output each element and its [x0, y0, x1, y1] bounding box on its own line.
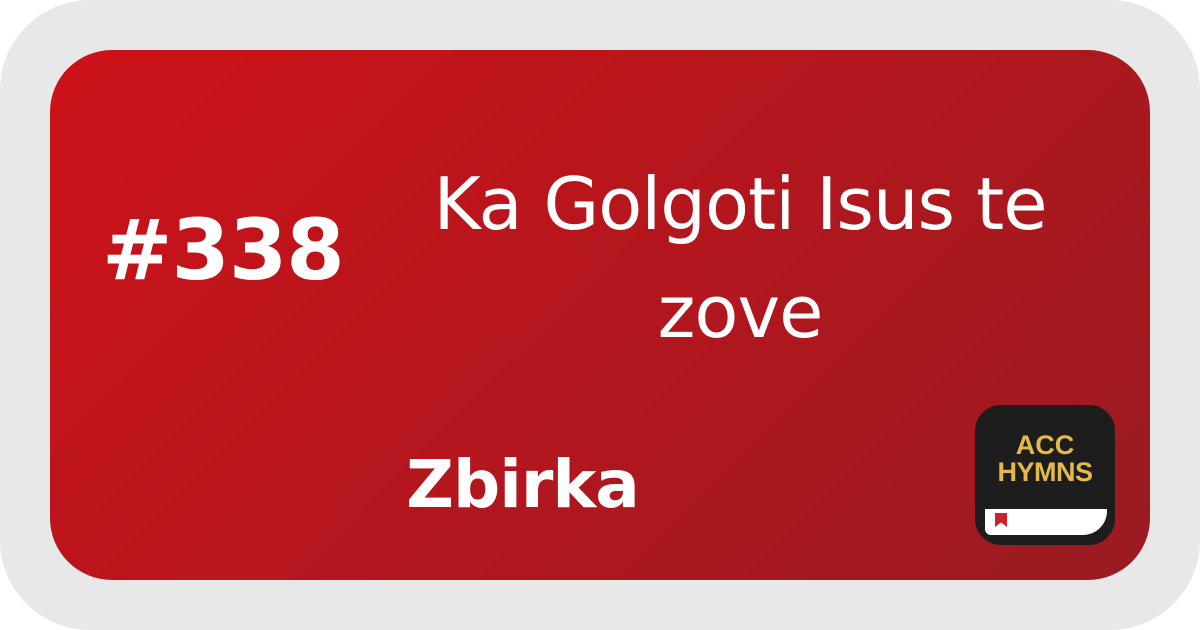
logo-text-line1: ACC: [1015, 430, 1075, 460]
outer-frame: #338 Ka Golgoti Isus te zove Zbirka ACC …: [0, 0, 1200, 630]
hymn-card: #338 Ka Golgoti Isus te zove Zbirka ACC …: [50, 50, 1150, 580]
hymn-title: Ka Golgoti Isus te zove: [433, 162, 1048, 354]
app-logo: ACC HYMNS: [975, 405, 1115, 545]
book-page: [985, 509, 1107, 535]
collection-label: Zbirka: [406, 446, 640, 523]
bookmark-icon: [995, 513, 1007, 527]
logo-text-line2: HYMNS: [997, 457, 1093, 487]
hymn-number: #338: [102, 201, 345, 299]
